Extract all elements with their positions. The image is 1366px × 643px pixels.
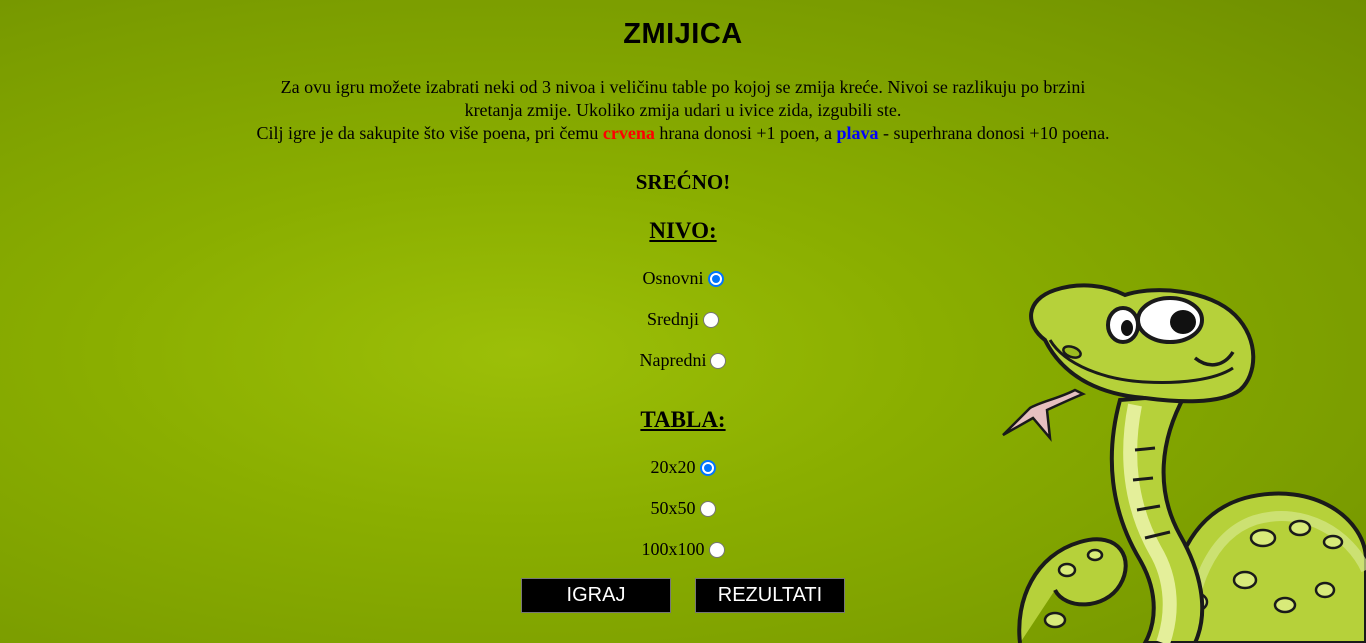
level-option-label: Srednji bbox=[647, 309, 699, 329]
description-line-1: Za ovu igru možete izabrati neki od 3 ni… bbox=[280, 77, 1086, 97]
level-radio-advanced[interactable] bbox=[710, 353, 727, 369]
good-luck-text: SREĆNO! bbox=[635, 170, 731, 194]
board-radio-20[interactable] bbox=[699, 460, 716, 476]
board-option-label: 50x50 bbox=[650, 498, 696, 518]
description-line-2: kretanja zmije. Ukoliko zmija udari u iv… bbox=[464, 100, 902, 120]
level-option-label: Napredni bbox=[639, 350, 707, 370]
description-line-3-start: Cilj igre je da sakupite što više poena,… bbox=[256, 123, 603, 143]
level-radio-basic[interactable] bbox=[707, 271, 724, 287]
board-option-label: 100x100 bbox=[641, 539, 705, 559]
snake-mascot-icon bbox=[1002, 283, 1366, 643]
results-button[interactable]: REZULTATI bbox=[695, 578, 845, 613]
level-option-label: Osnovni bbox=[642, 268, 704, 288]
game-description: Za ovu igru možete izabrati neki od 3 ni… bbox=[0, 76, 1366, 145]
description-line-3: Cilj igre je da sakupite što više poena,… bbox=[0, 122, 1366, 145]
level-heading: NIVO: bbox=[649, 218, 717, 243]
level-radio-medium[interactable] bbox=[703, 312, 719, 328]
page-title: ZMIJICA bbox=[623, 18, 743, 50]
description-line-3-middle: hrana donosi +1 poen, a bbox=[654, 123, 837, 143]
play-button[interactable]: IGRAJ bbox=[521, 578, 671, 613]
board-option-label: 20x20 bbox=[650, 457, 696, 477]
description-line-3-end: - superhrana donosi +10 poena. bbox=[878, 123, 1110, 143]
red-food-word: crvena bbox=[602, 123, 655, 143]
blue-food-word: plava bbox=[836, 123, 879, 143]
board-radio-100[interactable] bbox=[708, 542, 725, 558]
board-radio-50[interactable] bbox=[699, 501, 716, 517]
